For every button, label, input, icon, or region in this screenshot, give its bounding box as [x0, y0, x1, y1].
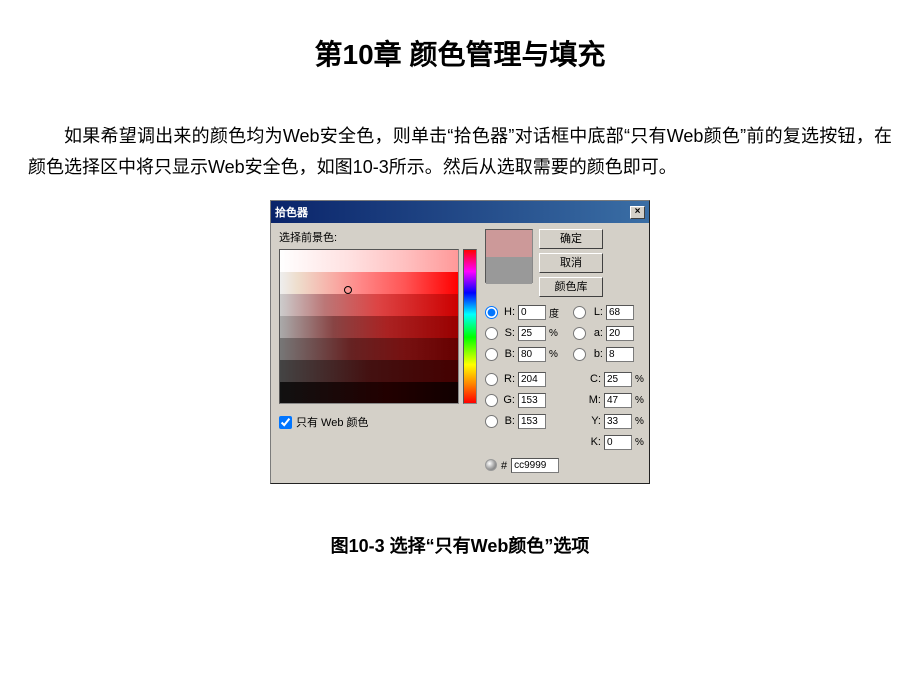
swatch-new: [486, 230, 532, 257]
bv-radio[interactable]: [485, 348, 498, 361]
bv-unit: %: [549, 349, 565, 360]
close-icon[interactable]: ×: [630, 206, 645, 219]
choose-foreground-label: 选择前景色:: [279, 229, 477, 245]
web-only-checkbox[interactable]: [279, 416, 292, 429]
k-label: K:: [587, 436, 601, 448]
color-field[interactable]: [279, 249, 459, 404]
m-label: M:: [587, 394, 601, 406]
dialog-title: 拾色器: [275, 204, 308, 220]
g-radio[interactable]: [485, 394, 498, 407]
y-unit: %: [635, 416, 651, 427]
a-radio[interactable]: [573, 327, 586, 340]
s-label: S:: [501, 327, 515, 339]
g-label: G:: [501, 394, 515, 406]
h-label: H:: [501, 306, 515, 318]
color-picker-dialog: 拾色器 × 选择前景色:: [270, 200, 650, 484]
m-unit: %: [635, 395, 651, 406]
l-radio[interactable]: [573, 306, 586, 319]
k-input[interactable]: [604, 435, 632, 450]
s-radio[interactable]: [485, 327, 498, 340]
r-radio[interactable]: [485, 373, 498, 386]
hue-slider[interactable]: [463, 249, 477, 404]
b-input[interactable]: [606, 347, 634, 362]
c-label: C:: [587, 373, 601, 385]
y-input[interactable]: [604, 414, 632, 429]
h-input[interactable]: [518, 305, 546, 320]
g-input[interactable]: [518, 393, 546, 408]
cancel-button[interactable]: 取消: [539, 253, 603, 273]
web-only-label: 只有 Web 颜色: [296, 414, 369, 430]
k-unit: %: [635, 437, 651, 448]
l-label: L:: [589, 306, 603, 318]
m-input[interactable]: [604, 393, 632, 408]
hex-orb-icon: [485, 459, 497, 471]
body-paragraph: 如果希望调出来的颜色均为Web安全色，则单击“拾色器”对话框中底部“只有Web颜…: [28, 121, 892, 182]
bv-label: B:: [501, 348, 515, 360]
s-input[interactable]: [518, 326, 546, 341]
c-unit: %: [635, 374, 651, 385]
dialog-titlebar[interactable]: 拾色器 ×: [271, 201, 649, 223]
a-input[interactable]: [606, 326, 634, 341]
b-label: b:: [589, 348, 603, 360]
r-label: R:: [501, 373, 515, 385]
r-input[interactable]: [518, 372, 546, 387]
swatch-current: [486, 257, 532, 284]
bv-input[interactable]: [518, 347, 546, 362]
hex-input[interactable]: [511, 458, 559, 473]
h-radio[interactable]: [485, 306, 498, 319]
c-input[interactable]: [604, 372, 632, 387]
s-unit: %: [549, 328, 565, 339]
y-label: Y:: [587, 415, 601, 427]
l-input[interactable]: [606, 305, 634, 320]
bb-radio[interactable]: [485, 415, 498, 428]
figure-caption: 图10-3 选择“只有Web颜色”选项: [28, 532, 892, 558]
hex-hash: #: [501, 460, 507, 472]
bb-input[interactable]: [518, 414, 546, 429]
color-library-button[interactable]: 颜色库: [539, 277, 603, 297]
color-values: H: 度 S: %: [485, 303, 651, 473]
b-radio[interactable]: [573, 348, 586, 361]
a-label: a:: [589, 327, 603, 339]
color-swatch: [485, 229, 533, 283]
h-unit: 度: [549, 305, 565, 320]
ok-button[interactable]: 确定: [539, 229, 603, 249]
bb-label: B:: [501, 415, 515, 427]
page-title: 第10章 颜色管理与填充: [28, 33, 892, 73]
